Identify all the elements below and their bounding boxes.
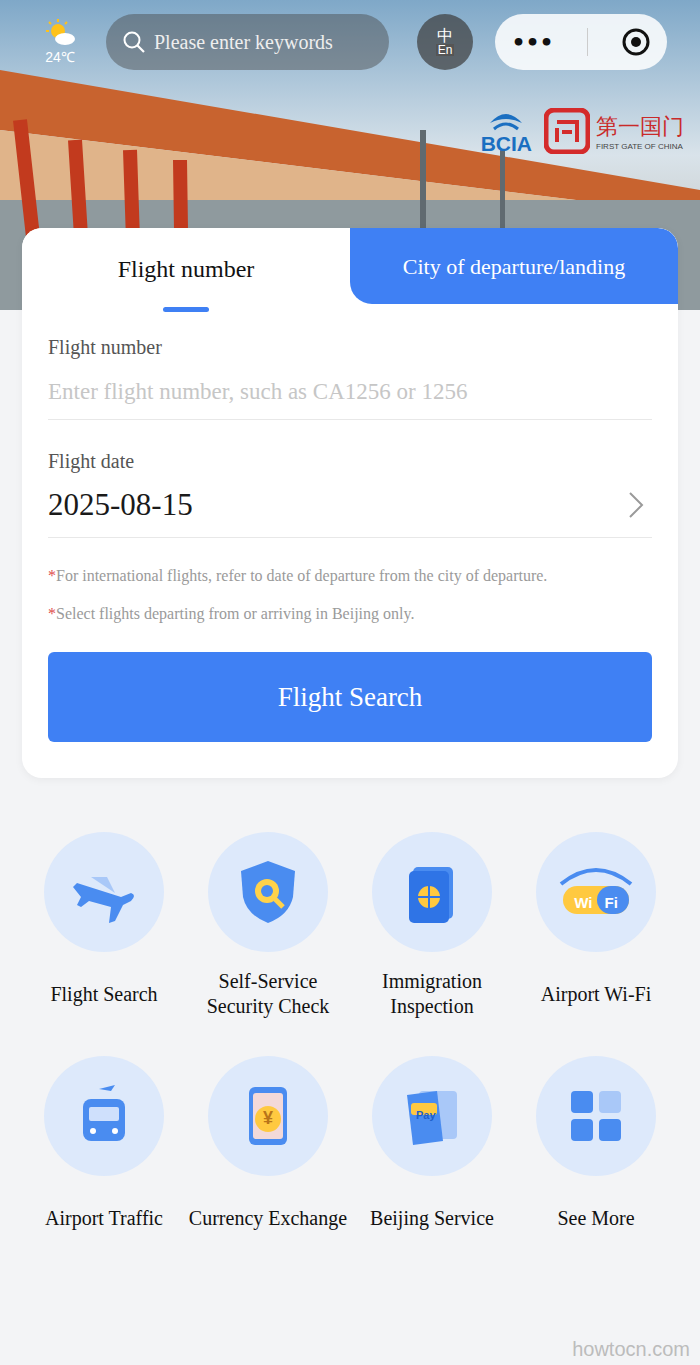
icon-text: ¥ <box>263 1108 273 1129</box>
chevron-right-icon <box>626 490 646 520</box>
service-icon-circle <box>536 1056 656 1176</box>
service-icon-circle <box>44 1056 164 1176</box>
translate-button[interactable]: 中En <box>417 14 473 70</box>
sun-cloud-icon <box>44 19 76 47</box>
airport-app: 24℃ Please enter keywords 中En ••• BCIA 第一国门FI… <box>0 0 700 1365</box>
close-target-icon[interactable] <box>621 27 651 57</box>
first-gate-logo: 第一国门FIRST GATE OF CHINA <box>544 108 684 154</box>
search-icon <box>122 30 146 54</box>
tab-label: City of departure/landing <box>403 254 625 280</box>
services-grid: Flight Search Self-Service Security Check… <box>0 778 700 1284</box>
search-form: Flight number Enter flight number, such a… <box>22 318 678 742</box>
first-gate-texts: 第一国门FIRST GATE OF CHINA <box>596 112 684 151</box>
service-item[interactable]: Airport Traffic <box>22 1056 186 1244</box>
translate-from: 中 <box>437 28 453 44</box>
service-label: Airport Traffic <box>45 1192 163 1244</box>
service-item[interactable]: Pay Beijing Service <box>350 1056 514 1244</box>
service-item[interactable]: Self-Service Security Check <box>186 832 350 1020</box>
tab[interactable]: Flight number <box>22 228 350 318</box>
tab-indicator <box>163 307 209 312</box>
first-gate-emblem-icon <box>544 108 590 154</box>
flight-date-label: Flight date <box>48 420 652 473</box>
passport-icon <box>397 857 467 927</box>
first-gate-text: 第一国门 <box>596 112 684 142</box>
translate-to: En <box>436 44 455 56</box>
service-item[interactable]: ¥ Currency Exchange <box>186 1056 350 1244</box>
flight-number-placeholder: Enter flight number, such as CA1256 or 1… <box>48 379 467 404</box>
shield-search-icon <box>233 857 303 927</box>
service-item[interactable]: Wi Fi Airport Wi-Fi <box>514 832 678 1020</box>
flight-number-input[interactable]: Enter flight number, such as CA1256 or 1… <box>48 359 652 420</box>
tab-bar: Flight number City of departure/landing <box>22 228 678 318</box>
first-gate-subtitle: FIRST GATE OF CHINA <box>596 142 684 151</box>
service-label: Currency Exchange <box>189 1192 347 1244</box>
flight-number-label: Flight number <box>48 318 652 359</box>
capsule-divider <box>587 28 588 56</box>
service-label: See More <box>557 1192 634 1244</box>
icon-text: Pay <box>416 1109 436 1121</box>
service-item[interactable]: Immigration Inspection <box>350 832 514 1020</box>
bcia-logo: BCIA <box>481 109 532 154</box>
tab[interactable]: City of departure/landing <box>350 228 678 304</box>
service-label: Flight Search <box>50 968 157 1020</box>
icon-text: Wi Fi <box>574 894 618 911</box>
bcia-text: BCIA <box>481 133 532 154</box>
service-icon-circle: Wi Fi <box>536 832 656 952</box>
service-item[interactable]: See More <box>514 1056 678 1244</box>
note-mark: * <box>48 567 56 584</box>
weather: 24℃ <box>30 19 90 66</box>
note: *Select flights departing from or arrivi… <box>48 602 652 626</box>
note-text: For international flights, refer to date… <box>56 567 547 584</box>
mini-program-capsule: ••• <box>495 14 667 70</box>
service-item[interactable]: Flight Search <box>22 832 186 1020</box>
service-icon-circle <box>44 832 164 952</box>
logos: BCIA 第一国门FIRST GATE OF CHINA <box>0 70 700 154</box>
note-mark: * <box>48 605 56 622</box>
flight-date-value: 2025-08-15 <box>48 487 193 523</box>
flight-search-button[interactable]: Flight Search <box>48 652 652 742</box>
notes: *For international flights, refer to dat… <box>48 538 652 626</box>
service-label: Beijing Service <box>370 1192 494 1244</box>
more-button[interactable]: ••• <box>511 30 553 55</box>
temperature: 24℃ <box>45 47 75 66</box>
note: *For international flights, refer to dat… <box>48 564 652 588</box>
wifi-icon <box>551 862 641 922</box>
service-icon-circle <box>208 832 328 952</box>
service-label: Self-Service Security Check <box>188 968 348 1020</box>
plane-icon <box>69 857 139 927</box>
flight-search-card: Flight numberCity of departure/landingFl… <box>22 228 678 778</box>
service-icon-circle: ¥ <box>208 1056 328 1176</box>
service-label: Airport Wi-Fi <box>541 968 652 1020</box>
tab-label: Flight number <box>118 256 255 283</box>
watermark: howtocn.com <box>572 1338 690 1361</box>
service-icon-circle <box>372 832 492 952</box>
bcia-emblem-icon <box>486 109 526 133</box>
search-placeholder: Please enter keywords <box>154 31 333 54</box>
bus-icon <box>69 1081 139 1151</box>
search-field[interactable]: Please enter keywords <box>106 14 389 70</box>
service-icon-circle: Pay <box>372 1056 492 1176</box>
top-bar: 24℃ Please enter keywords 中En ••• <box>0 0 700 70</box>
grid-more-icon <box>561 1081 631 1151</box>
service-label: Immigration Inspection <box>352 968 512 1020</box>
note-text: Select flights departing from or arrivin… <box>56 605 414 622</box>
flight-date-picker[interactable]: 2025-08-15 <box>48 473 652 538</box>
